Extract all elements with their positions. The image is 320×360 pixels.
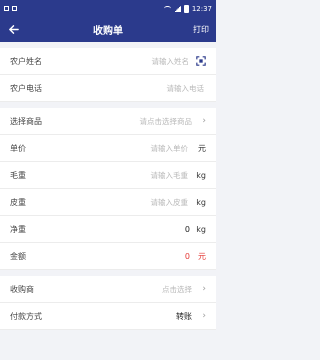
- farmer-name-label: 农户姓名: [10, 56, 42, 66]
- nav-bar: 收购单 打印: [0, 17, 216, 42]
- gross-weight-input[interactable]: [70, 169, 190, 181]
- wifi-icon: [163, 6, 171, 11]
- unit-price-label: 单价: [10, 143, 26, 153]
- net-weight-row: 净重 0 kg: [0, 216, 216, 243]
- chevron-right-icon: ›: [202, 116, 206, 126]
- scan-icon[interactable]: [196, 56, 206, 66]
- payment-label: 付款方式: [10, 311, 42, 321]
- net-weight-value: 0: [184, 224, 190, 234]
- net-weight-label: 净重: [10, 224, 26, 234]
- amount-row: 金额 0 元: [0, 243, 216, 270]
- notification-icon: [12, 6, 17, 11]
- unit-price-row: 单价 元: [0, 135, 216, 162]
- farmer-name-row: 农户姓名: [0, 48, 216, 75]
- product-label: 选择商品: [10, 116, 42, 126]
- amount-value: 0: [184, 251, 190, 261]
- farmer-name-input[interactable]: [70, 55, 191, 67]
- gross-weight-label: 毛重: [10, 170, 26, 180]
- amount-label: 金额: [10, 251, 26, 261]
- farmer-phone-input[interactable]: [70, 82, 206, 94]
- status-icons-right: 12:37: [163, 4, 212, 13]
- net-weight-unit: kg: [196, 224, 206, 234]
- buyer-placeholder: 点击选择: [162, 284, 192, 294]
- tare-weight-input[interactable]: [70, 196, 190, 208]
- print-button[interactable]: 打印: [193, 17, 209, 42]
- battery-icon: [183, 4, 189, 13]
- product-select-row[interactable]: 选择商品 请点击选择商品 ›: [0, 108, 216, 135]
- tare-weight-row: 皮重 kg: [0, 189, 216, 216]
- farmer-phone-label: 农户电话: [10, 83, 42, 93]
- chevron-right-icon: ›: [202, 284, 206, 294]
- tare-weight-unit: kg: [196, 197, 206, 207]
- chevron-right-icon: ›: [202, 311, 206, 321]
- status-bar: 12:37: [0, 0, 216, 17]
- farmer-phone-row: 农户电话: [0, 75, 216, 102]
- payment-method-row[interactable]: 付款方式 转账 ›: [0, 303, 216, 330]
- gross-weight-row: 毛重 kg: [0, 162, 216, 189]
- status-icons-left: [4, 6, 17, 11]
- buyer-select-row[interactable]: 收购商 点击选择 ›: [0, 276, 216, 303]
- back-button[interactable]: [0, 17, 26, 42]
- unit-price-unit: 元: [198, 143, 206, 153]
- status-time: 12:37: [191, 4, 212, 13]
- gross-weight-unit: kg: [196, 170, 206, 180]
- tare-weight-label: 皮重: [10, 197, 26, 207]
- product-placeholder: 请点击选择商品: [139, 116, 193, 126]
- payment-value: 转账: [176, 311, 192, 321]
- amount-unit: 元: [198, 251, 206, 261]
- notification-icon: [4, 6, 9, 11]
- buyer-label: 收购商: [10, 284, 34, 294]
- signal-icon: [173, 5, 181, 12]
- page-title: 收购单: [93, 26, 123, 37]
- unit-price-input[interactable]: [70, 142, 190, 154]
- arrow-left-icon: [8, 25, 19, 34]
